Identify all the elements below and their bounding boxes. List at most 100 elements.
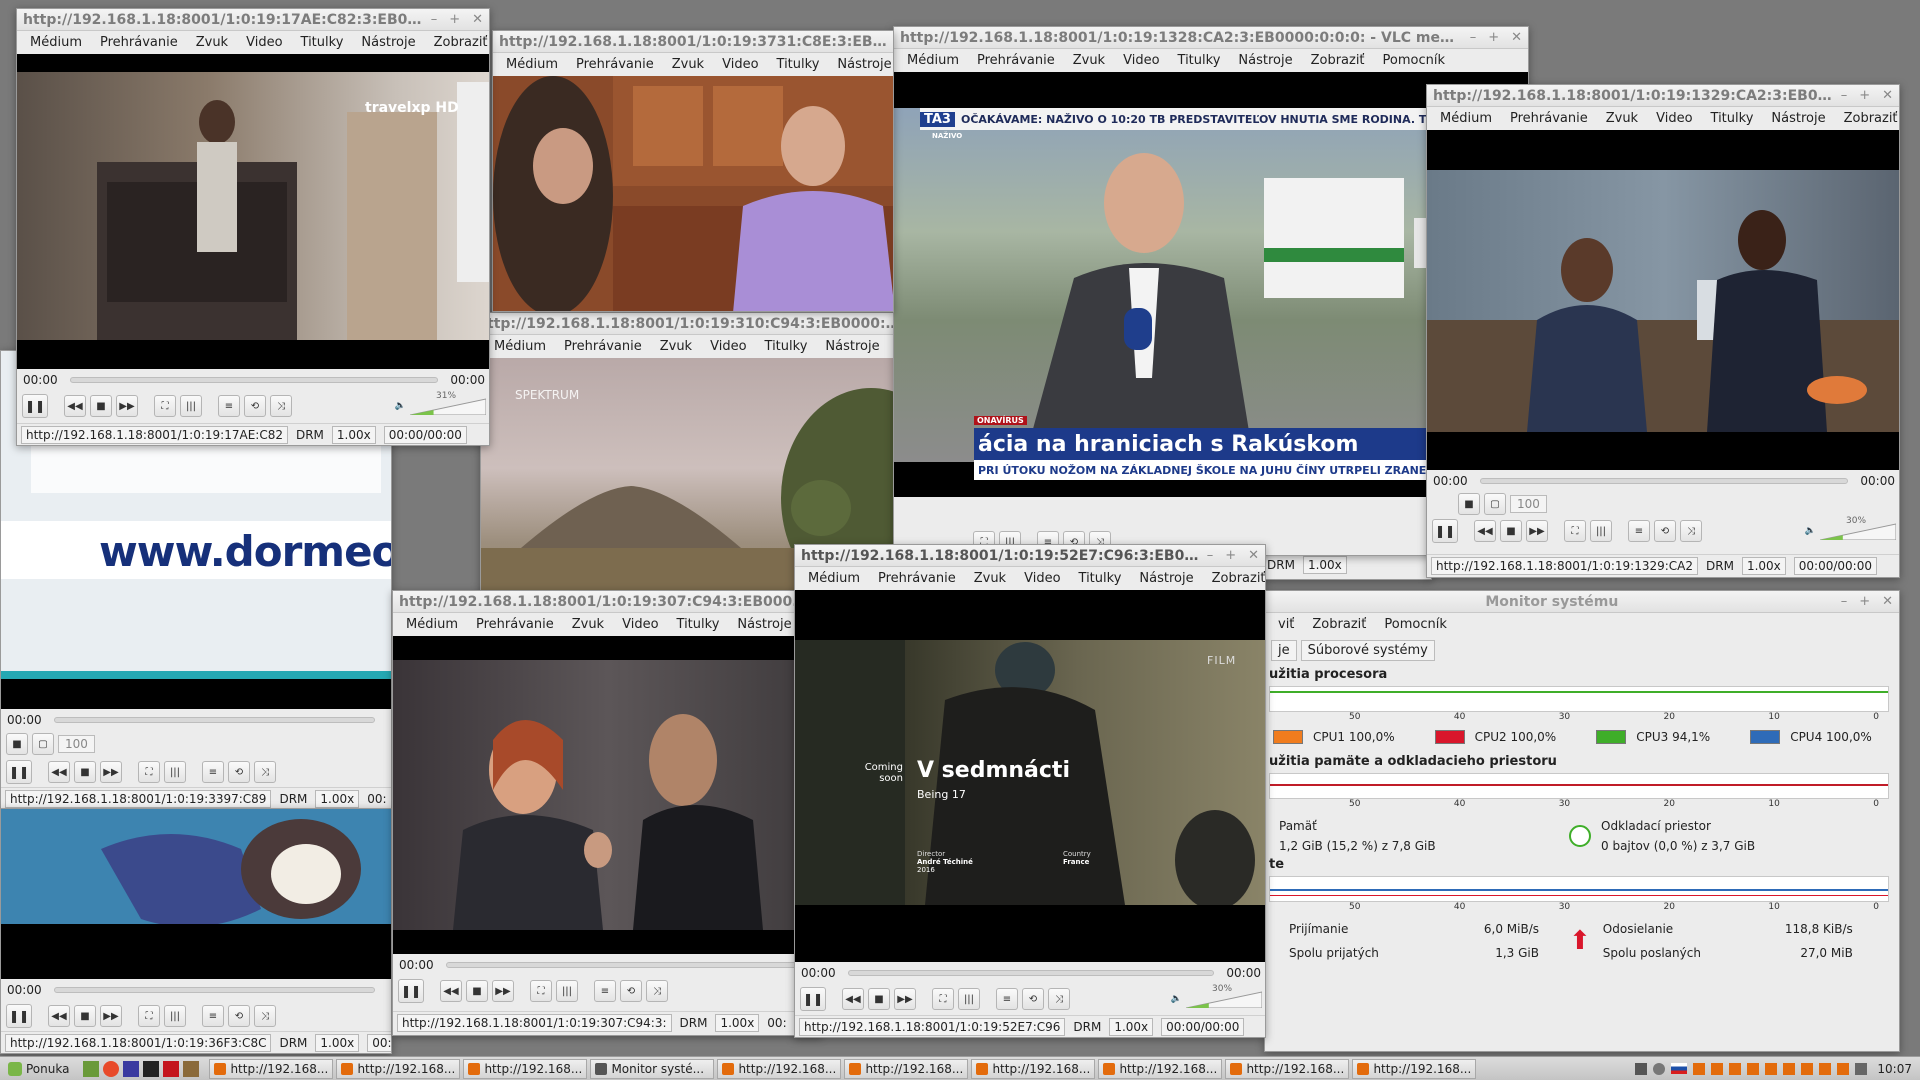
speed-box[interactable]: 1.00x bbox=[715, 1013, 760, 1032]
title-bar[interactable]: http://192.168.1.18:8001/1:0:19:17AE:C82… bbox=[17, 9, 489, 31]
menu-video[interactable]: Video bbox=[613, 617, 667, 632]
cpu3-swatch[interactable] bbox=[1596, 730, 1627, 744]
menu-tools[interactable]: Nástroje bbox=[816, 339, 888, 354]
playlist-icon[interactable]: ≡ bbox=[1628, 520, 1650, 542]
menu-video[interactable]: Video bbox=[237, 35, 291, 50]
menu-playback[interactable]: Prehrávanie bbox=[555, 339, 651, 354]
seek-bar[interactable]: 00:00 00:00 bbox=[17, 369, 489, 391]
menu-tools[interactable]: Nástroje bbox=[1130, 571, 1202, 586]
shuffle-icon[interactable]: ⤨ bbox=[254, 1005, 276, 1027]
task-item[interactable]: http://192.168... bbox=[717, 1058, 842, 1079]
menu-video[interactable]: Video bbox=[1015, 571, 1069, 586]
previous-icon[interactable]: ◀◀ bbox=[1474, 520, 1496, 542]
cpu2-swatch[interactable] bbox=[1434, 730, 1465, 744]
equalizer-icon[interactable]: ||| bbox=[164, 761, 186, 783]
stop-icon[interactable]: ■ bbox=[466, 980, 488, 1002]
app-icon[interactable] bbox=[123, 1060, 140, 1077]
speed-box[interactable]: 1.00x bbox=[1109, 1017, 1154, 1036]
minimize-icon[interactable]: – bbox=[1470, 30, 1477, 45]
loop-icon[interactable]: ⟲ bbox=[620, 980, 642, 1002]
volume-slider[interactable]: 30% bbox=[1186, 984, 1262, 1008]
vlc-window-7[interactable]: 00:00 ❚❚ ◀◀ ■ ▶▶ ⛶ ||| ≡ ⟲ ⤨ http://192.… bbox=[0, 808, 392, 1054]
system-monitor-window[interactable]: Monitor systému – + ✕ viť Zobraziť Pomocní… bbox=[1264, 590, 1900, 1052]
fullscreen-icon[interactable]: ⛶ bbox=[530, 980, 552, 1002]
volume-slider[interactable]: 31% bbox=[410, 391, 486, 415]
menu-tools[interactable]: Nástroje bbox=[1762, 111, 1834, 126]
pause-icon[interactable]: ❚❚ bbox=[22, 394, 48, 418]
shield-icon[interactable] bbox=[1855, 1062, 1868, 1075]
menu-subtitles[interactable]: Titulky bbox=[1169, 53, 1230, 68]
clock[interactable]: 10:07 bbox=[1873, 1062, 1912, 1076]
next-icon[interactable]: ▶▶ bbox=[492, 980, 514, 1002]
browser-icon[interactable] bbox=[103, 1060, 120, 1077]
volume-control[interactable]: 🔈 30% bbox=[1805, 516, 1896, 540]
loop-icon[interactable]: ⟲ bbox=[228, 1005, 250, 1027]
pause-icon[interactable]: ❚❚ bbox=[6, 760, 32, 784]
video-area[interactable]: Coming soon V sedmnácti Being 17 Directo… bbox=[795, 590, 1265, 962]
close-icon[interactable]: ✕ bbox=[1882, 88, 1893, 103]
shuffle-icon[interactable]: ⤨ bbox=[270, 395, 292, 417]
menu-audio[interactable]: Zvuk bbox=[187, 35, 237, 50]
minimize-icon[interactable]: – bbox=[1841, 594, 1848, 609]
fullscreen-icon[interactable]: ⛶ bbox=[138, 761, 160, 783]
tab-resources[interactable]: je bbox=[1271, 640, 1297, 661]
menu-view[interactable]: Zobraziť bbox=[1203, 571, 1265, 586]
stop-icon[interactable]: ■ bbox=[90, 395, 112, 417]
equalizer-icon[interactable]: ||| bbox=[556, 980, 578, 1002]
menu-medium[interactable]: Médium bbox=[799, 571, 869, 586]
close-icon[interactable]: ✕ bbox=[1511, 30, 1522, 45]
menu-view[interactable]: Zobraziť bbox=[1835, 111, 1899, 126]
next-icon[interactable]: ▶▶ bbox=[894, 988, 916, 1010]
task-item[interactable]: http://192.168... bbox=[1352, 1058, 1477, 1079]
task-item[interactable]: http://192.168... bbox=[463, 1058, 588, 1079]
previous-icon[interactable]: ◀◀ bbox=[842, 988, 864, 1010]
next-icon[interactable]: ▶▶ bbox=[1526, 520, 1548, 542]
maximize-icon[interactable]: + bbox=[1488, 30, 1499, 45]
loop-icon[interactable]: ⟲ bbox=[244, 395, 266, 417]
menu-audio[interactable]: Zvuk bbox=[1064, 53, 1114, 68]
playlist-icon[interactable]: ≡ bbox=[202, 1005, 224, 1027]
previous-icon[interactable]: ◀◀ bbox=[48, 1005, 70, 1027]
start-menu-button[interactable]: Ponuka bbox=[0, 1059, 77, 1079]
speed-box[interactable]: 1.00x bbox=[315, 1033, 360, 1052]
shuffle-icon[interactable]: ⤨ bbox=[646, 980, 668, 1002]
video-area[interactable]: travelxp HD bbox=[17, 54, 489, 369]
vlc-window-8[interactable]: http://192.168.1.18:8001/1:0:19:307:C94:… bbox=[392, 590, 822, 1036]
menu-view[interactable]: Zobraziť bbox=[1303, 617, 1375, 632]
equalizer-icon[interactable]: ||| bbox=[180, 395, 202, 417]
seek-bar[interactable]: 00:00 bbox=[1, 979, 391, 1001]
menu-view[interactable]: Zobraziť bbox=[1302, 53, 1374, 68]
menu-tools[interactable]: Nástroje bbox=[352, 35, 424, 50]
menu-playback[interactable]: Prehrávanie bbox=[467, 617, 563, 632]
pause-icon[interactable]: ❚❚ bbox=[398, 979, 424, 1003]
fullscreen-icon[interactable]: ⛶ bbox=[1564, 520, 1586, 542]
menu-subtitles[interactable]: Titulky bbox=[1702, 111, 1763, 126]
menu-edit[interactable]: viť bbox=[1269, 617, 1303, 632]
task-item[interactable]: http://192.168... bbox=[844, 1058, 969, 1079]
maximize-icon[interactable]: + bbox=[449, 12, 460, 27]
vlc-window-9[interactable]: http://192.168.1.18:8001/1:0:19:52E7:C96… bbox=[794, 544, 1266, 1038]
menu-playback[interactable]: Prehrávanie bbox=[567, 57, 663, 72]
menu-medium[interactable]: Médium bbox=[21, 35, 91, 50]
menu-medium[interactable]: Médium bbox=[397, 617, 467, 632]
vlc-tray-icon[interactable] bbox=[1729, 1062, 1742, 1075]
task-item[interactable]: http://192.168... bbox=[336, 1058, 461, 1079]
previous-icon[interactable]: ◀◀ bbox=[48, 761, 70, 783]
previous-icon[interactable]: ◀◀ bbox=[64, 395, 86, 417]
next-icon[interactable]: ▶▶ bbox=[116, 395, 138, 417]
cpu4-swatch[interactable] bbox=[1750, 730, 1781, 744]
menu-tools[interactable]: Nástroje bbox=[728, 617, 800, 632]
vlc-tray-icon[interactable] bbox=[1693, 1062, 1706, 1075]
stop-icon[interactable]: ■ bbox=[868, 988, 890, 1010]
next-icon[interactable]: ▶▶ bbox=[100, 1005, 122, 1027]
title-bar[interactable]: http://192.168.1.18:8001/1:0:19:1329:CA2… bbox=[1427, 85, 1899, 107]
vlc-window-2[interactable]: http://192.168.1.18:8001/1:0:19:3731:C8E… bbox=[492, 30, 894, 312]
menu-subtitles[interactable]: Titulky bbox=[668, 617, 729, 632]
maximize-icon[interactable]: + bbox=[1225, 548, 1236, 563]
menu-video[interactable]: Video bbox=[701, 339, 755, 354]
equalizer-icon[interactable]: ||| bbox=[1590, 520, 1612, 542]
volume-control[interactable]: 🔈 30% bbox=[1171, 984, 1262, 1008]
title-bar[interactable]: Monitor systému – + ✕ bbox=[1265, 591, 1899, 613]
menu-subtitles[interactable]: Titulky bbox=[756, 339, 817, 354]
shuffle-icon[interactable]: ⤨ bbox=[254, 761, 276, 783]
